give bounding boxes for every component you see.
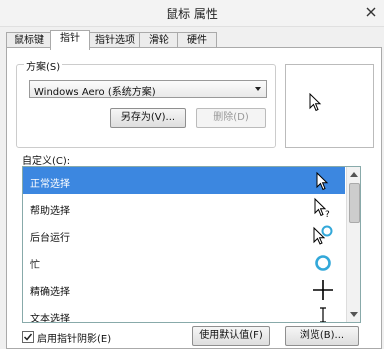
close-button[interactable] (364, 5, 378, 19)
shadow-checkbox[interactable] (22, 331, 34, 343)
checkmark-icon (23, 333, 33, 341)
close-icon (366, 7, 376, 17)
list-item[interactable]: 文本选择 (23, 302, 345, 323)
custom-label: 自定义(C): (22, 156, 71, 167)
window-title: 鼠标 属性 (166, 7, 218, 21)
svg-text:?: ? (325, 210, 330, 220)
list-item-label: 文本选择 (30, 314, 70, 323)
browse-button[interactable]: 浏览(B)... (285, 326, 359, 346)
scheme-group (16, 64, 276, 148)
scheme-select[interactable]: Windows Aero (系统方案) (29, 80, 267, 98)
cursor-list[interactable]: 正常选择 帮助选择 ? 后台运行 忙 精确选择 文本选择 (22, 166, 361, 323)
delete-button[interactable]: 删除(D) (196, 108, 266, 128)
list-item-label: 帮助选择 (30, 206, 70, 217)
list-item[interactable]: 忙 (23, 248, 345, 275)
title-bar: 鼠标 属性 (0, 0, 384, 27)
cursor-preview (285, 64, 374, 148)
list-item[interactable]: 精确选择 (23, 275, 345, 302)
list-item-label: 正常选择 (30, 179, 70, 190)
list-item-label: 忙 (30, 260, 40, 271)
working-in-background-cursor-icon (313, 225, 333, 245)
chevron-down-icon (255, 87, 261, 91)
save-as-button[interactable]: 另存为(V)... (110, 108, 186, 128)
arrow-cursor-icon (309, 93, 322, 112)
list-item[interactable]: 后台运行 (23, 221, 345, 248)
list-item[interactable]: 帮助选择 ? (23, 194, 345, 221)
scroll-down-arrow-icon[interactable] (350, 312, 358, 317)
scroll-thumb[interactable] (349, 183, 360, 223)
scroll-up-arrow-icon[interactable] (350, 172, 358, 177)
scheme-select-value: Windows Aero (系统方案) (34, 87, 156, 98)
scheme-label: 方案(S) (24, 58, 63, 73)
tab-pointers[interactable]: 指针 (50, 30, 90, 50)
list-item-label: 精确选择 (30, 287, 70, 298)
use-default-button[interactable]: 使用默认值(F) (192, 326, 270, 346)
help-cursor-icon: ? (314, 197, 330, 220)
list-scrollbar[interactable] (346, 167, 360, 322)
text-cursor-icon (320, 307, 326, 322)
precision-cursor-icon (313, 280, 333, 300)
list-item[interactable]: 正常选择 (23, 167, 345, 194)
list-item-label: 后台运行 (30, 233, 70, 244)
arrow-cursor-icon (316, 171, 329, 191)
shadow-checkbox-label: 启用指针阴影(E) (37, 334, 112, 345)
busy-cursor-icon (315, 255, 331, 271)
